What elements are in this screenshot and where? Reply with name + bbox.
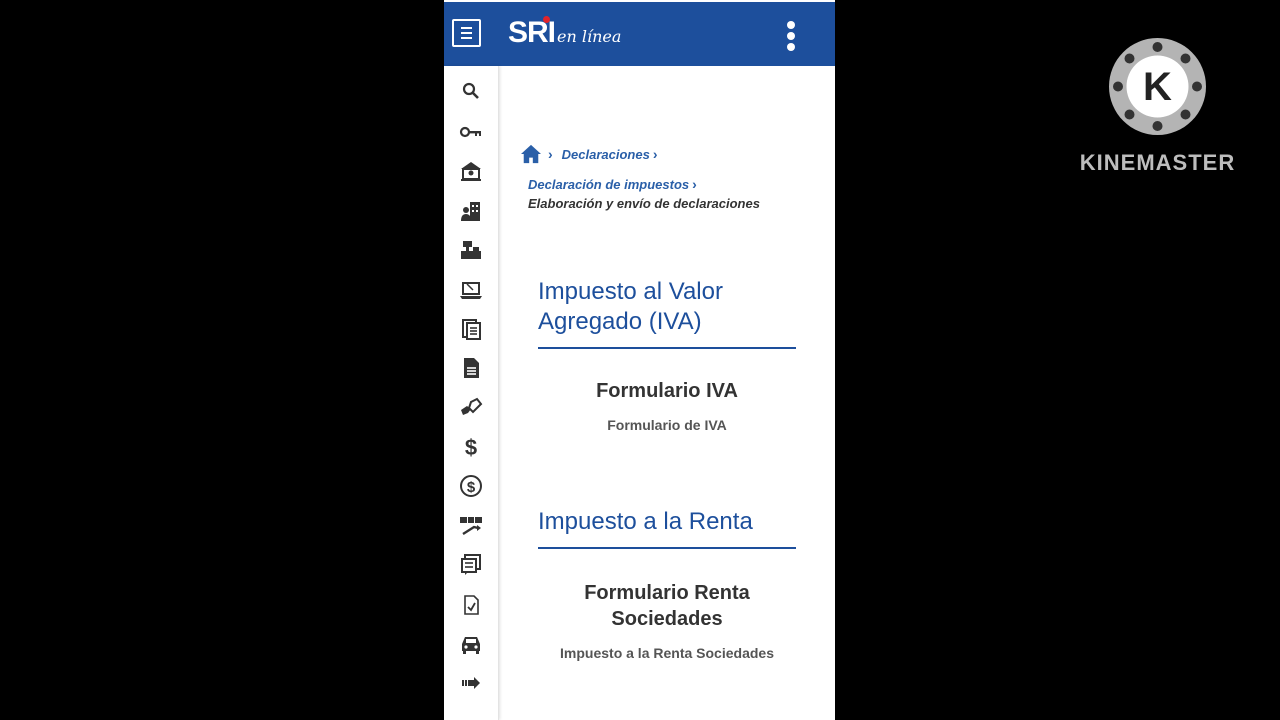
breadcrumb-second-line: Declaración de impuestos › — [528, 176, 697, 192]
kinemaster-watermark: K KINEMASTER — [1070, 38, 1245, 178]
form-renta-subtitle[interactable]: Impuesto a la Renta Sociedades — [538, 645, 796, 661]
form-iva-title[interactable]: Formulario IVA — [538, 378, 796, 404]
sidebar: $ $ — [444, 66, 499, 720]
main-content: › Declaraciones › Declaración de impuest… — [500, 66, 835, 720]
hamburger-icon-line — [461, 37, 472, 39]
laptop-icon[interactable] — [456, 277, 486, 303]
kinemaster-text: KINEMASTER — [1079, 150, 1236, 175]
exchange-icon[interactable] — [456, 513, 486, 539]
car-icon[interactable] — [456, 631, 486, 657]
home-icon[interactable] — [520, 144, 542, 164]
logo-sub: en línea — [557, 27, 622, 46]
kebab-icon-dot — [787, 43, 795, 51]
sri-logo[interactable]: SRI en línea — [508, 16, 621, 52]
more-options-button[interactable] — [784, 19, 798, 53]
kebab-icon — [787, 21, 795, 29]
person-building-icon[interactable] — [456, 198, 486, 224]
menu-button[interactable] — [452, 19, 481, 47]
forms-icon[interactable] — [456, 552, 486, 578]
breadcrumb-current: Elaboración y envío de declaraciones — [528, 196, 760, 211]
section-title-renta: Impuesto a la Renta — [538, 507, 796, 549]
phone-screen: SRI en línea $ $ › Declaraciones › Decla… — [444, 0, 835, 720]
hand-tag-icon[interactable] — [456, 395, 486, 421]
hamburger-icon — [461, 27, 472, 29]
kebab-icon-dot — [787, 32, 795, 40]
svg-text:$: $ — [467, 479, 476, 496]
dollar-icon[interactable]: $ — [456, 434, 486, 460]
key-icon[interactable] — [456, 119, 486, 145]
form-renta-title[interactable]: Formulario Renta Sociedades — [538, 580, 796, 632]
logo-red-dot — [543, 16, 550, 23]
section-title-iva: Impuesto al Valor Agregado (IVA) — [538, 277, 796, 349]
hamburger-icon-line — [461, 32, 472, 34]
chevron-right-icon: › — [652, 146, 658, 162]
top-app-bar: SRI en línea — [444, 2, 835, 66]
kinemaster-logo-icon: K — [1109, 38, 1206, 135]
chevron-right-icon: › — [548, 146, 553, 162]
cash-register-icon[interactable] — [456, 237, 486, 263]
search-icon[interactable] — [456, 78, 486, 104]
file-text-icon[interactable] — [456, 355, 486, 381]
chevron-right-icon: › — [692, 176, 697, 192]
documents-icon[interactable] — [456, 316, 486, 342]
breadcrumb: › Declaraciones › — [520, 144, 658, 164]
checklist-icon[interactable] — [456, 592, 486, 618]
breadcrumb-declaraciones[interactable]: Declaraciones — [562, 147, 650, 162]
dollar-circle-icon[interactable]: $ — [456, 473, 486, 499]
svg-text:$: $ — [465, 435, 477, 459]
kinemaster-letter: K — [1143, 65, 1172, 109]
arrow-right-icon[interactable] — [456, 670, 486, 696]
breadcrumb-declaracion-impuestos[interactable]: Declaración de impuestos — [528, 177, 689, 192]
building-icon[interactable] — [456, 158, 486, 184]
form-iva-subtitle[interactable]: Formulario de IVA — [538, 417, 796, 433]
